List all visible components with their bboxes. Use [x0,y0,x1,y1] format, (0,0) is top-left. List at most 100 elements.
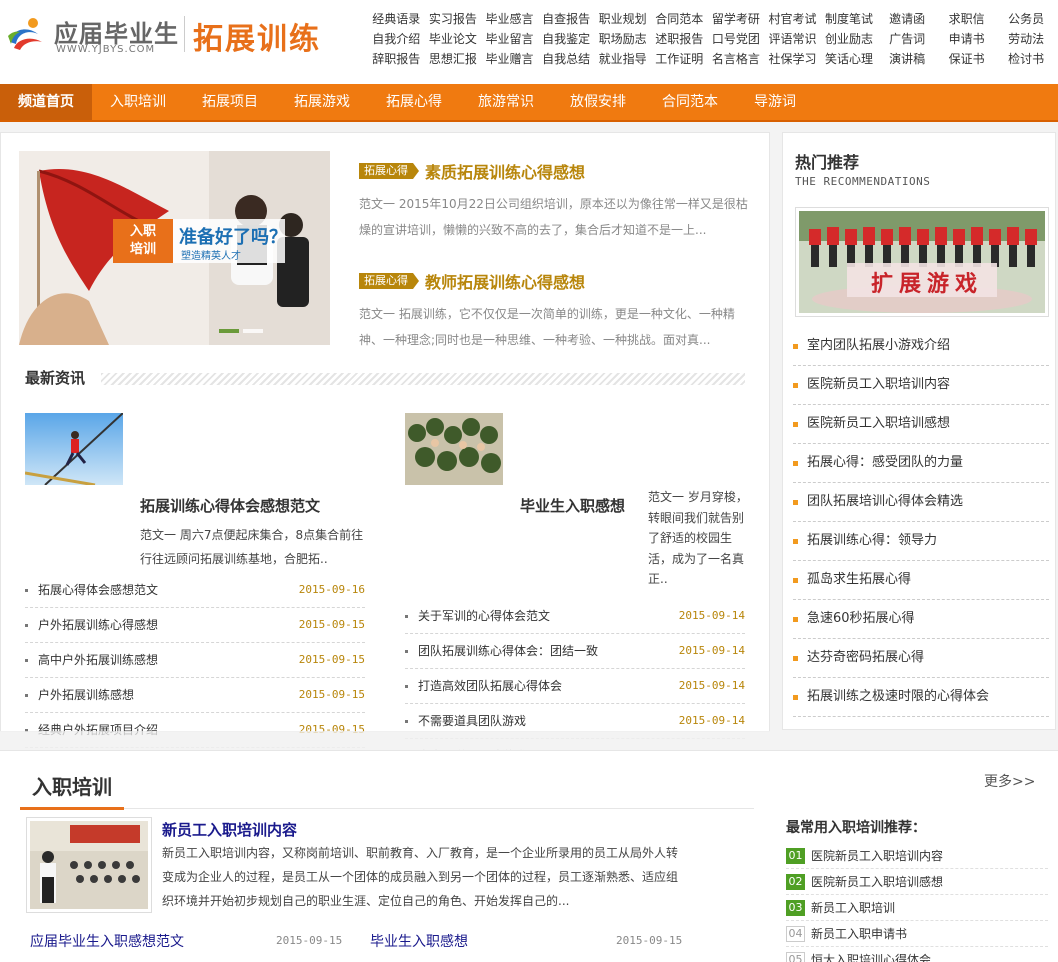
nav-item[interactable]: 拓展心得 [368,84,460,120]
banner-dot-2[interactable] [243,329,263,333]
latest-right-thumbnail[interactable] [405,413,503,485]
top-link[interactable]: 广告词 [877,29,937,49]
top-link[interactable]: 评语常识 [764,29,821,49]
recommend-item-title[interactable]: 新员工入职申请书 [811,922,907,946]
sidebar-item[interactable]: 拓展训练之极速时限的心得体会 [793,678,1049,717]
section-link-1[interactable]: 应届毕业生入职感想范文 [30,931,184,951]
top-link[interactable]: 述职报告 [651,29,708,49]
section-thumbnail[interactable] [26,817,152,913]
top-link[interactable]: 公务员 [996,9,1056,29]
top-link[interactable]: 工作证明 [651,49,708,69]
top-link[interactable]: 毕业留言 [481,29,538,49]
list-item-title[interactable]: 关于军训的心得体会范文 [418,609,550,623]
channel-title: 拓展训练 [193,22,321,57]
top-link[interactable]: 名言格言 [708,49,765,69]
section-link-2[interactable]: 毕业生入职感想 [370,931,468,951]
sidebar-item[interactable]: 医院新员工入职培训感想 [793,405,1049,444]
top-link[interactable]: 合同范本 [651,9,708,29]
top-link[interactable]: 口号党团 [708,29,765,49]
top-link[interactable]: 自我介绍 [368,29,425,49]
list-item[interactable]: 打造高效团队拓展心得体会 2015-09-14 [405,669,745,704]
top-link[interactable]: 创业励志 [821,29,878,49]
sidebar-item[interactable]: 室内团队拓展小游戏介绍 [793,327,1049,366]
top-link[interactable]: 职业规划 [594,9,651,29]
list-item-title[interactable]: 拓展心得体会感想范文 [38,583,158,597]
recommend-item-title[interactable]: 新员工入职培训 [811,896,895,920]
top-link[interactable]: 村官考试 [764,9,821,29]
list-item-title[interactable]: 高中户外拓展训练感想 [38,653,158,667]
latest-left-title[interactable]: 拓展训练心得体会感想范文 [140,495,320,516]
recommend-item-title[interactable]: 恒大入职培训心得体会 [811,948,931,962]
top-link[interactable]: 自我鉴定 [538,29,595,49]
top-link[interactable]: 保证书 [937,49,997,69]
top-link[interactable]: 思想汇报 [425,49,482,69]
top-link[interactable]: 就业指导 [594,49,651,69]
sidebar-item[interactable]: 医院新员工入职培训内容 [793,366,1049,405]
nav-item[interactable]: 拓展游戏 [276,84,368,120]
nav-item[interactable]: 放假安排 [552,84,644,120]
top-link[interactable]: 笑话心理 [821,49,878,69]
sidebar-item[interactable]: 急速60秒拓展心得 [793,600,1049,639]
top-link[interactable]: 演讲稿 [877,49,937,69]
recommend-item-title[interactable]: 医院新员工入职培训感想 [811,870,943,894]
top-link[interactable]: 劳动法 [996,29,1056,49]
top-link[interactable]: 自我总结 [538,49,595,69]
recommend-item[interactable]: 01 医院新员工入职培训内容 [786,843,1048,869]
top-link[interactable]: 毕业感言 [481,9,538,29]
featured-article-1[interactable]: 拓展心得 素质拓展训练心得感想 范文一 2015年10月22日公司组织培训，原本还… [359,159,754,243]
top-link[interactable]: 毕业论文 [425,29,482,49]
banner-slider[interactable]: 入职 培训 准备好了吗？ 塑造精英人才 [19,151,330,345]
nav-item[interactable]: 频道首页 [0,84,92,120]
sidebar-item[interactable]: 达芬奇密码拓展心得 [793,639,1049,678]
nav-item[interactable]: 导游词 [736,84,814,120]
list-item[interactable]: 高中户外拓展训练感想 2015-09-15 [25,643,365,678]
latest-right-title[interactable]: 毕业生入职感想 [520,495,625,516]
recommend-item[interactable]: 02 医院新员工入职培训感想 [786,869,1048,895]
list-item[interactable]: 关于军训的心得体会范文 2015-09-14 [405,599,745,634]
nav-item[interactable]: 拓展项目 [184,84,276,120]
top-link[interactable]: 检讨书 [996,49,1056,69]
list-item-title[interactable]: 户外拓展训练感想 [38,688,134,702]
nav-item[interactable]: 合同范本 [644,84,736,120]
top-link[interactable]: 职场励志 [594,29,651,49]
more-link[interactable]: 更多>> [984,771,1035,791]
sidebar-item[interactable]: 拓展训练心得：领导力 [793,522,1049,561]
list-item-title[interactable]: 户外拓展训练心得感想 [38,618,158,632]
top-link[interactable]: 制度笔试 [821,9,878,29]
banner-dot-1[interactable] [219,329,239,333]
top-link[interactable]: 辞职报告 [368,49,425,69]
top-link[interactable]: 毕业赠言 [481,49,538,69]
featured-title[interactable]: 素质拓展训练心得感想 [425,163,585,182]
recommend-item[interactable]: 05 恒大入职培训心得体会 [786,947,1048,962]
top-link[interactable]: 留学考研 [708,9,765,29]
top-link[interactable]: 社保学习 [764,49,821,69]
latest-left-thumbnail[interactable] [25,413,123,485]
list-item-title[interactable]: 打造高效团队拓展心得体会 [418,679,562,693]
top-link[interactable]: 求职信 [937,9,997,29]
sidebar-item[interactable]: 团队拓展培训心得体会精选 [793,483,1049,522]
list-item[interactable]: 户外拓展训练心得感想 2015-09-15 [25,608,365,643]
section-feature-title[interactable]: 新员工入职培训内容 [162,819,297,840]
list-item-title[interactable]: 不需要道具团队游戏 [418,714,526,728]
list-item[interactable]: 拓展心得体会感想范文 2015-09-16 [25,573,365,608]
latest-news-stripe [101,373,745,385]
recommend-item[interactable]: 04 新员工入职申请书 [786,921,1048,947]
sidebar-image[interactable]: 扩展游戏 [795,207,1049,317]
top-link[interactable]: 实习报告 [425,9,482,29]
recommend-item-title[interactable]: 医院新员工入职培训内容 [811,844,943,868]
nav-item[interactable]: 入职培训 [92,84,184,120]
recommend-item[interactable]: 03 新员工入职培训 [786,895,1048,921]
list-item[interactable]: 团队拓展训练心得体会：团结一致 2015-09-14 [405,634,745,669]
top-link[interactable]: 申请书 [937,29,997,49]
list-item-title[interactable]: 团队拓展训练心得体会：团结一致 [418,644,598,658]
nav-item[interactable]: 旅游常识 [460,84,552,120]
sidebar-item[interactable]: 拓展心得：感受团队的力量 [793,444,1049,483]
featured-title[interactable]: 教师拓展训练心得感想 [425,273,585,292]
featured-article-2[interactable]: 拓展心得 教师拓展训练心得感想 范文一 拓展训练，它不仅仅是一次简单的训练，更是一… [359,269,754,353]
top-link[interactable]: 自查报告 [538,9,595,29]
sidebar-item[interactable]: 孤岛求生拓展心得 [793,561,1049,600]
top-link[interactable]: 经典语录 [368,9,425,29]
site-logo[interactable]: 应届毕业生 WWW.YJBYS.COM [6,10,186,58]
top-link[interactable]: 邀请函 [877,9,937,29]
list-item[interactable]: 户外拓展训练感想 2015-09-15 [25,678,365,713]
